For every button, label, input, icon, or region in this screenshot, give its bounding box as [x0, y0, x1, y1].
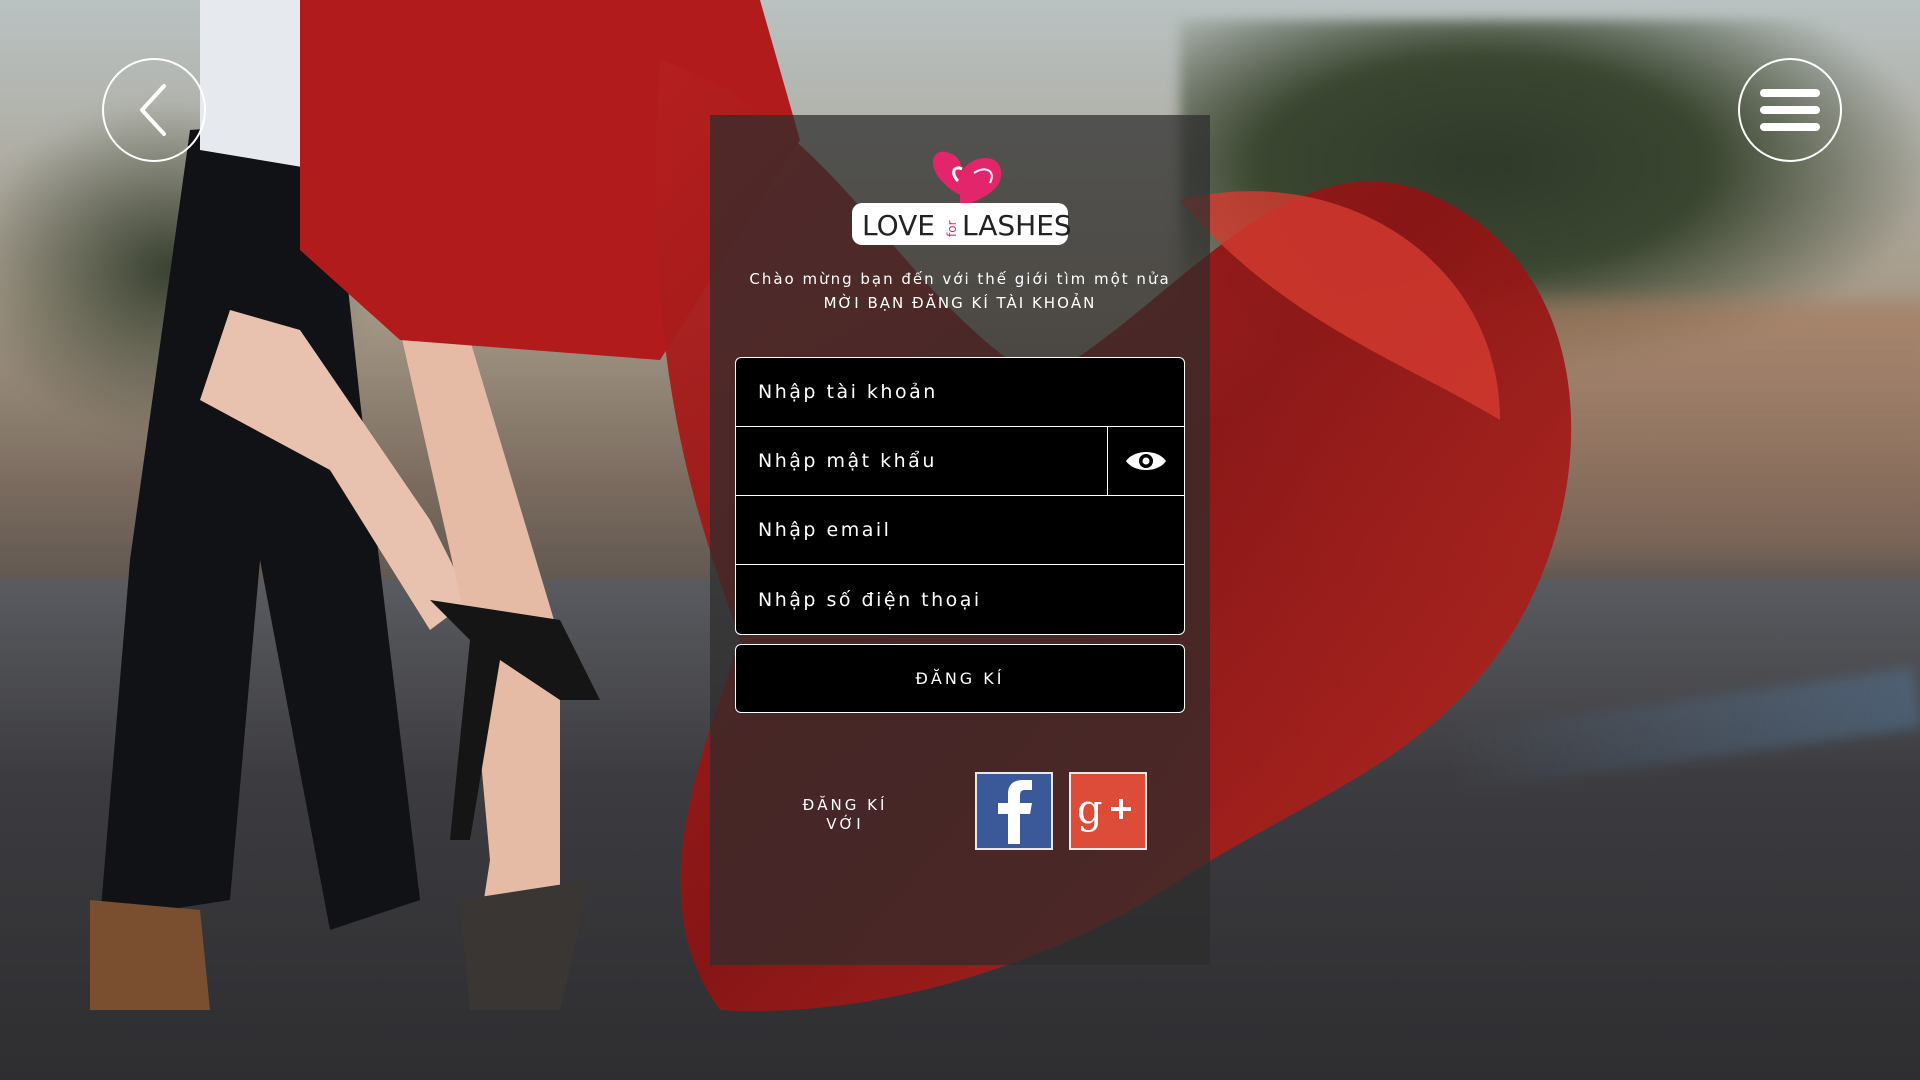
welcome-message: Chào mừng bạn đến với thế giới tìm một n… [710, 267, 1210, 315]
register-button[interactable]: ĐĂNG KÍ [735, 644, 1185, 713]
eye-icon [1126, 452, 1166, 470]
svg-text:g: g [1077, 787, 1103, 833]
phone-row [736, 564, 1184, 634]
chevron-left-icon [140, 84, 166, 136]
email-input[interactable] [736, 495, 1184, 565]
hamburger-menu-icon [1760, 89, 1820, 131]
password-visibility-toggle[interactable] [1107, 427, 1184, 495]
register-with-line-1: ĐĂNG KÍ [802, 796, 888, 814]
password-input[interactable] [736, 426, 1107, 496]
registration-panel: LOVE for LASHES Chào mừng bạn đến với th… [710, 115, 1210, 965]
back-button[interactable] [102, 58, 206, 162]
love-for-lashes-logo: LOVE for LASHES [852, 151, 1070, 245]
register-with-label: ĐĂNG KÍ VỚI [780, 796, 910, 834]
google-plus-icon: g [1077, 787, 1131, 833]
password-row [736, 426, 1184, 496]
facebook-register-button[interactable] [975, 772, 1053, 850]
google-plus-register-button[interactable]: g [1069, 772, 1147, 850]
welcome-line-2: MỜI BẠN ĐĂNG KÍ TÀI KHOẢN [823, 294, 1097, 312]
email-row [736, 495, 1184, 565]
facebook-icon [998, 780, 1032, 844]
username-row [736, 358, 1184, 427]
logo-text-lashes: LASHES [962, 209, 1070, 242]
logo-text-love: LOVE [862, 209, 935, 242]
welcome-line-1: Chào mừng bạn đến với thế giới tìm một n… [749, 270, 1171, 288]
register-with-line-2: VỚI [826, 815, 864, 833]
phone-input[interactable] [736, 564, 1184, 634]
logo-text-for: for [945, 220, 959, 237]
username-input[interactable] [736, 358, 1184, 427]
registration-form [735, 357, 1185, 635]
menu-button[interactable] [1738, 58, 1842, 162]
